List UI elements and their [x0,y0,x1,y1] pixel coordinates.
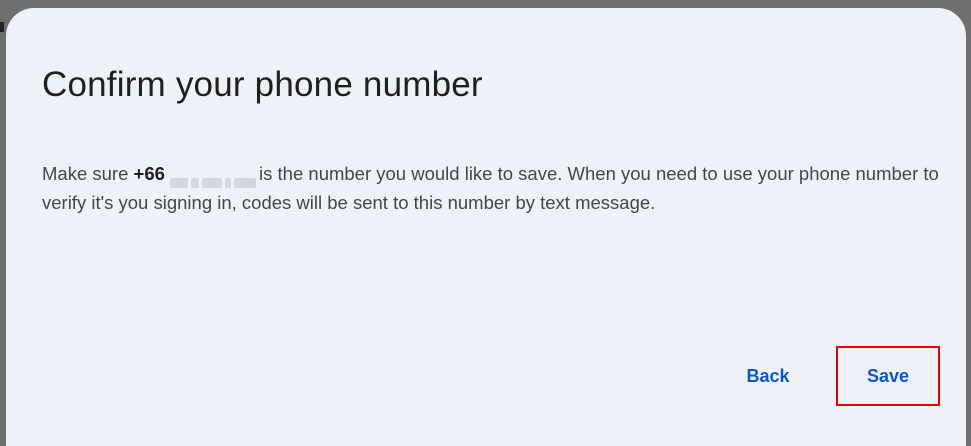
confirm-phone-dialog: Confirm your phone number Make sure +66 … [6,8,966,446]
back-button[interactable]: Back [728,348,808,404]
redacted-phone-digits [170,167,259,188]
save-button[interactable]: Save [836,346,940,406]
phone-country-code: +66 [133,163,165,184]
dialog-title: Confirm your phone number [42,65,483,104]
backdrop-edge-mark [0,22,4,32]
body-prefix: Make sure [42,163,134,184]
dialog-body: Make sure +66 is the number you would li… [42,159,942,217]
dialog-actions: Back Save [728,346,940,406]
phone-number: +66 [133,163,260,188]
